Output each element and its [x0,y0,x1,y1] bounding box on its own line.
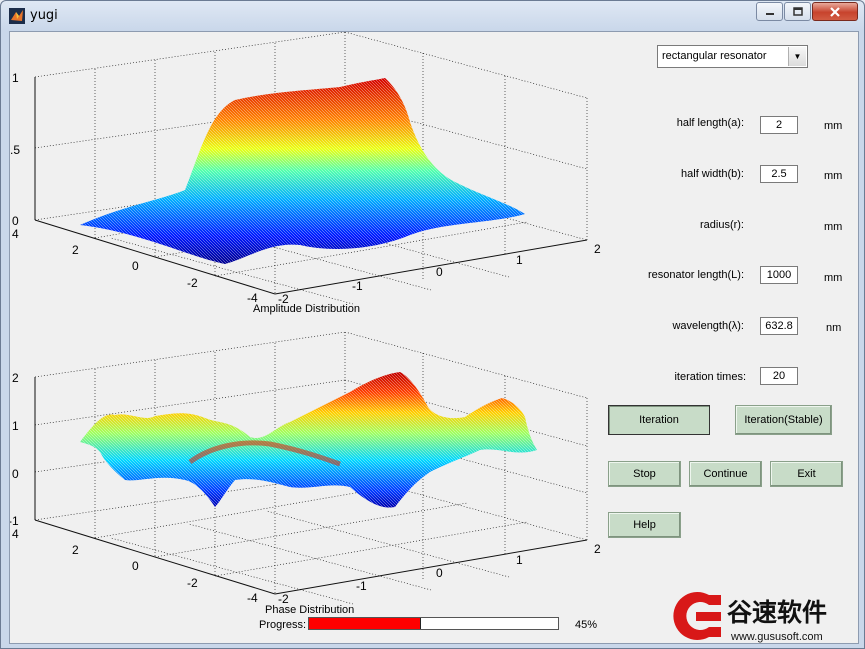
phase-y-tick: -2 [187,576,198,590]
phase-x-tick: -1 [356,579,367,593]
phase-title: Phase Distribution [265,604,354,616]
wavelength-field[interactable]: 632.8 [760,317,798,335]
amplitude-y-tick: 4 [12,227,19,241]
progress-label: Progress: [259,619,307,631]
phase-z-tick: 0 [12,467,19,481]
wavelength-unit: nm [826,322,842,334]
amplitude-y-tick: 2 [72,243,79,257]
maximize-icon [792,7,803,16]
wavelength-label: wavelength(λ): [672,320,744,332]
continue-button[interactable]: Continue [689,461,762,487]
amplitude-plot[interactable]: 1 .5 0 4 2 0 -2 -4 -2 -1 0 1 2 Amplitude… [10,32,610,322]
minimize-icon [765,12,774,15]
half-width-unit: mm [824,170,843,182]
close-icon [830,6,840,17]
progress-percent: 45% [575,619,598,631]
stop-button[interactable]: Stop [608,461,681,487]
close-button[interactable] [812,2,858,21]
app-window: yugi 1 .5 0 4 2 0 -2 -4 -2 -1 0 1 2 Ampl… [0,0,865,649]
amplitude-x-tick: 1 [516,253,523,267]
phase-x-tick: 2 [594,542,601,556]
resonator-type-value: rectangular resonator [662,50,767,62]
amplitude-surface [80,78,525,264]
matlab-icon [9,8,25,24]
phase-plot[interactable]: 2 1 0 -1 4 2 0 -2 -4 -2 -1 0 1 2 Phase D… [10,332,610,622]
progress-fill [309,618,422,629]
amplitude-y-tick: 0 [132,259,139,273]
phase-z-tick: 1 [12,419,19,433]
exit-button[interactable]: Exit [770,461,843,487]
chevron-down-icon[interactable]: ▼ [788,47,806,66]
amplitude-z-tick: 0 [12,214,19,228]
amplitude-title: Amplitude Distribution [253,303,360,315]
progress-bar [308,617,559,630]
phase-surface [80,372,537,508]
title-bar[interactable]: yugi [1,1,864,31]
iteration-button[interactable]: Iteration [608,405,710,435]
iteration-times-field[interactable]: 20 [760,367,798,385]
phase-x-tick: 1 [516,553,523,567]
maximize-button[interactable] [784,2,811,21]
phase-y-tick: -4 [247,591,258,605]
amplitude-x-tick: 0 [436,265,443,279]
radius-unit: mm [824,221,843,233]
phase-z-tick: 2 [12,371,19,385]
watermark-brand: 谷速软件 [727,599,827,627]
half-length-label: half length(a): [676,117,744,129]
resonator-length-field[interactable]: 1000 [760,266,798,284]
radius-label: radius(r): [699,219,744,231]
half-width-label: half width(b): [681,168,744,180]
resonator-length-label: resonator length(L): [648,269,744,281]
help-button[interactable]: Help [608,512,681,538]
half-width-field[interactable]: 2.5 [760,165,798,183]
watermark-url: www.gususoft.com [730,631,823,643]
resonator-length-unit: mm [824,272,843,284]
amplitude-x-tick: 2 [594,242,601,256]
half-length-unit: mm [824,120,843,132]
phase-y-tick: 4 [12,527,19,541]
minimize-button[interactable] [756,2,783,21]
amplitude-y-tick: -2 [187,276,198,290]
phase-y-tick: 0 [132,559,139,573]
half-length-field[interactable]: 2 [760,116,798,134]
window-title: yugi [30,8,58,23]
figure-client-area: 1 .5 0 4 2 0 -2 -4 -2 -1 0 1 2 Amplitude… [9,31,859,644]
phase-y-tick: 2 [72,543,79,557]
phase-x-tick: 0 [436,566,443,580]
iteration-times-label: iteration times: [674,371,746,383]
phase-z-tick: -1 [10,514,19,528]
resonator-type-select[interactable]: rectangular resonator ▼ [657,45,808,68]
amplitude-z-tick: .5 [10,143,20,157]
amplitude-x-tick: -1 [352,279,363,293]
amplitude-z-tick: 1 [12,71,19,85]
iteration-stable-button[interactable]: Iteration(Stable) [735,405,832,435]
watermark-logo: 谷速软件 www.gususoft.com [673,592,827,643]
